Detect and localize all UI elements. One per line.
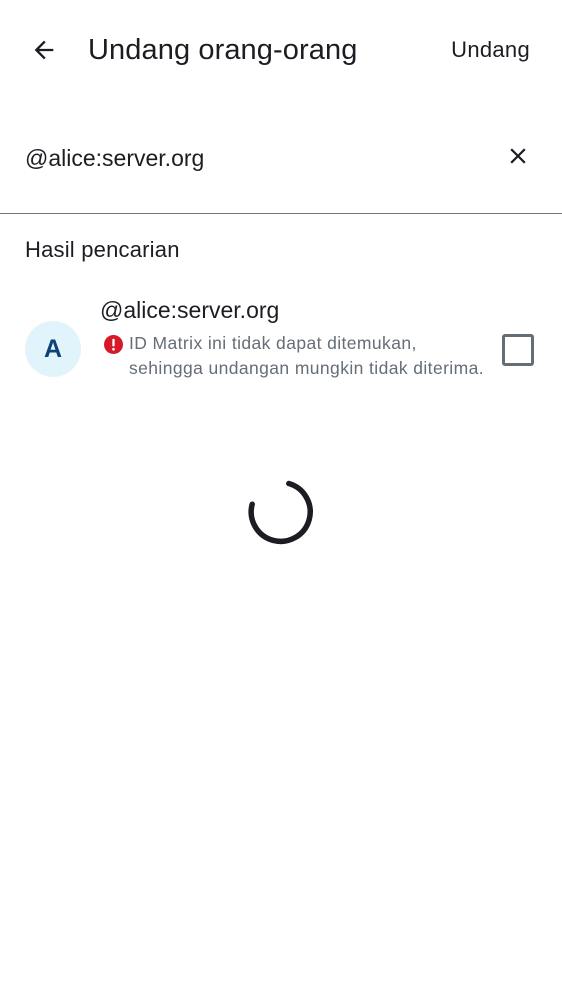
invite-button[interactable]: Undang bbox=[451, 32, 530, 68]
arrow-back-icon bbox=[34, 40, 54, 60]
search-input[interactable] bbox=[25, 138, 465, 178]
clear-search-button[interactable] bbox=[498, 136, 538, 176]
page-title: Undang orang-orang bbox=[88, 34, 358, 66]
avatar: A bbox=[25, 321, 81, 377]
search-results-heading: Hasil pencarian bbox=[25, 237, 180, 262]
select-checkbox[interactable] bbox=[502, 334, 534, 366]
search-bar bbox=[0, 120, 562, 214]
search-result-item[interactable]: A @alice:server.org ID Matrix ini tidak … bbox=[0, 290, 562, 410]
back-button[interactable] bbox=[22, 28, 66, 72]
top-app-bar: Undang orang-orang Undang bbox=[0, 0, 562, 100]
result-warning-text: ID Matrix ini tidak dapat ditemukan, seh… bbox=[129, 333, 484, 378]
error-icon bbox=[104, 335, 123, 354]
close-icon bbox=[510, 148, 526, 164]
loading-spinner-icon bbox=[248, 480, 313, 545]
result-user-id: @alice:server.org bbox=[100, 297, 280, 323]
